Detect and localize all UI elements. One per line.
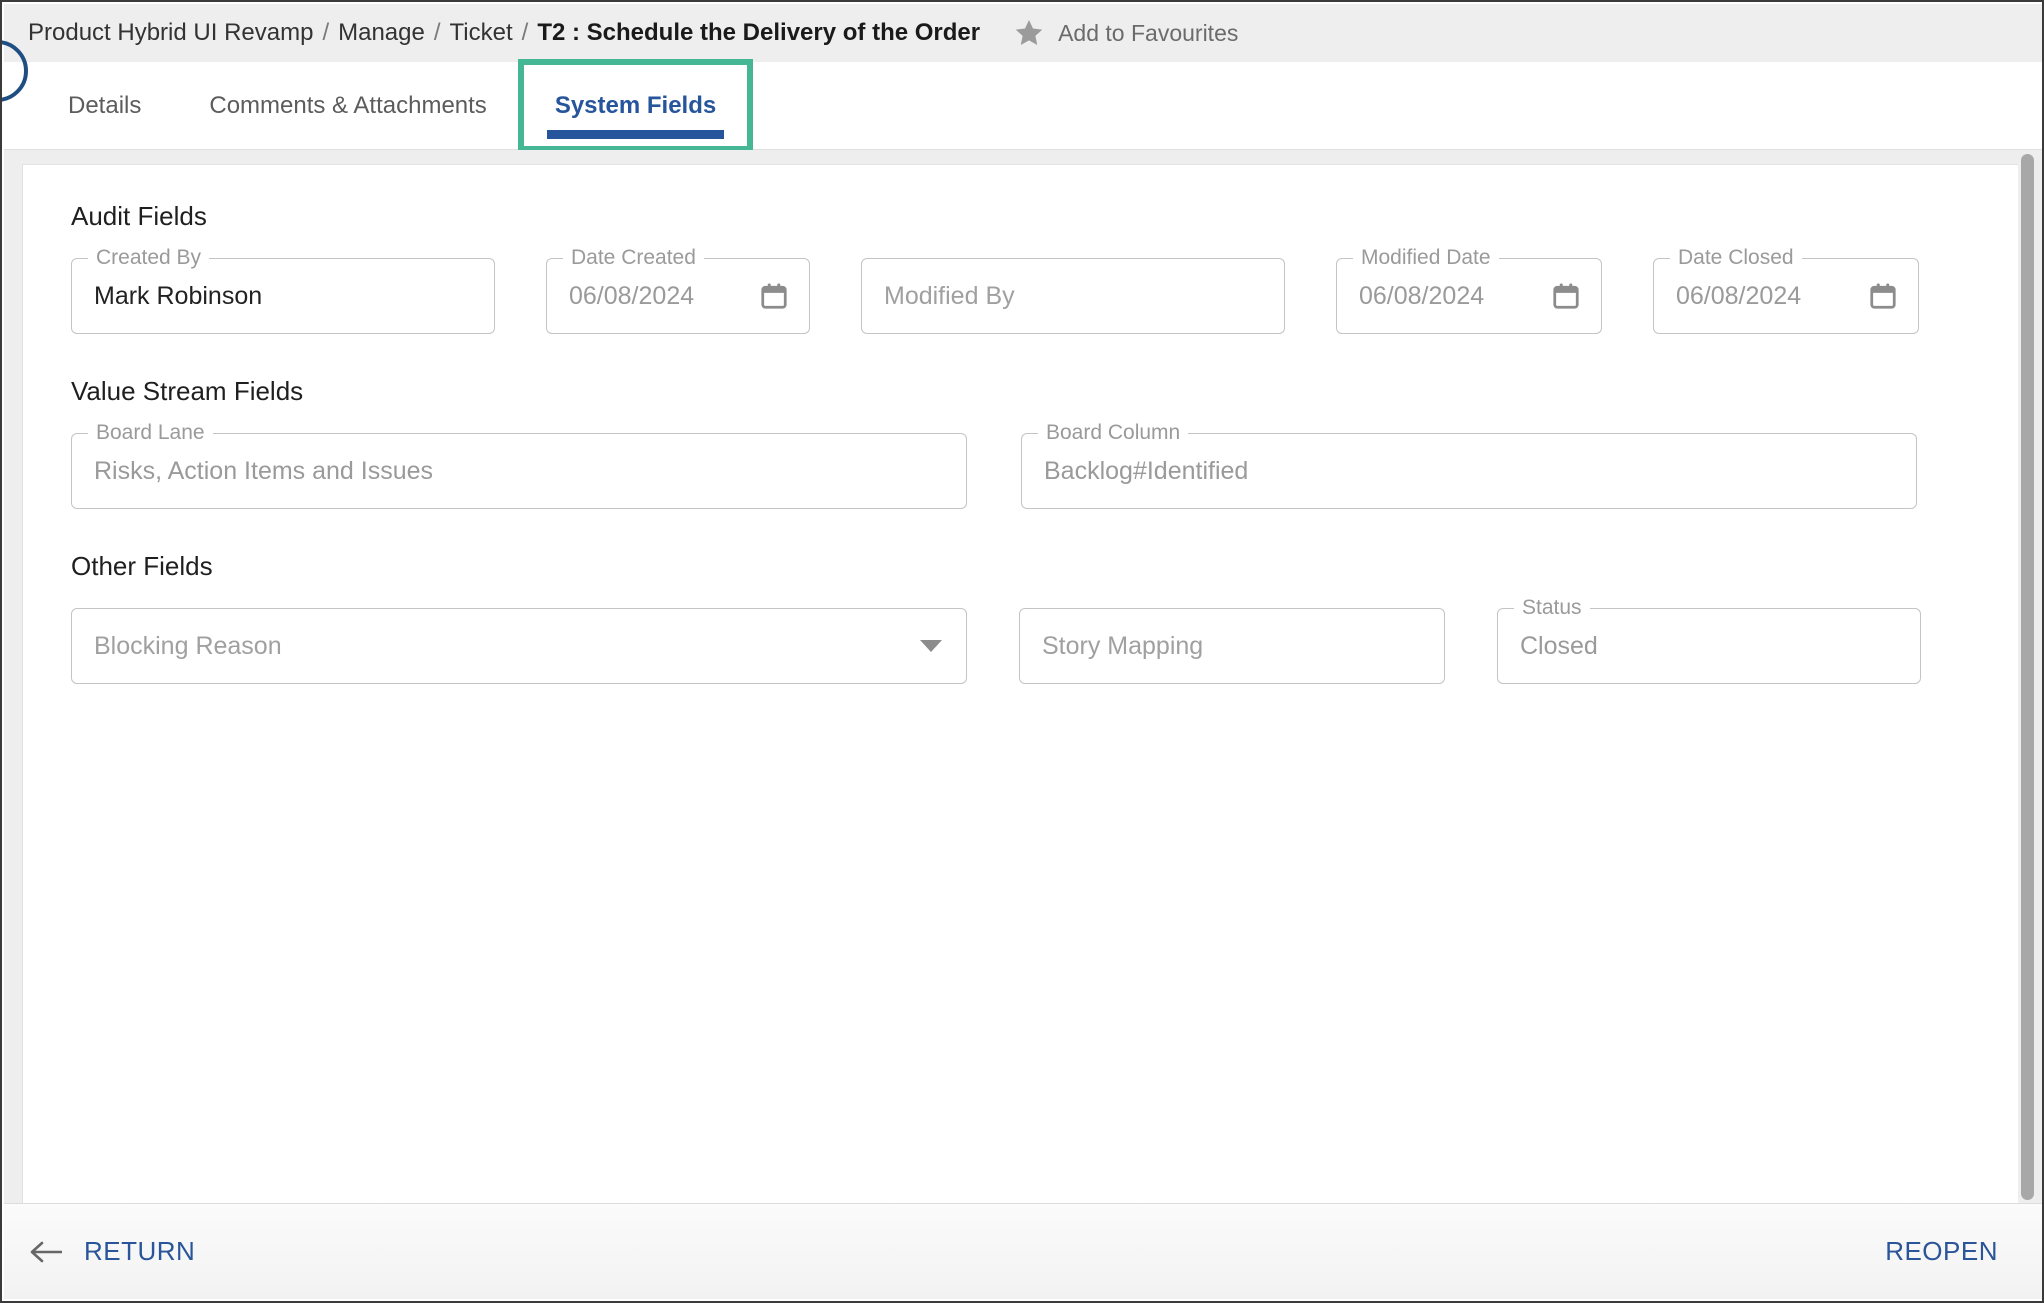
tab-underline — [201, 130, 494, 139]
tab-bar: Details Comments & Attachments System Fi… — [4, 59, 2042, 152]
audit-fields-row: Created By Mark Robinson Date Created 06… — [71, 246, 1971, 334]
chevron-down-icon[interactable] — [920, 640, 942, 652]
tab-comments-attachments-label: Comments & Attachments — [209, 91, 487, 119]
breadcrumb-separator: / — [521, 19, 529, 46]
breadcrumb-bar: Product Hybrid UI Revamp / Manage / Tick… — [4, 4, 2042, 62]
reopen-button-label: REOPEN — [1885, 1236, 1998, 1266]
field-modified-by-placeholder: Modified By — [884, 281, 1015, 310]
other-fields-row: Blocking Reason Story Mapping Status Clo… — [71, 596, 1971, 684]
breadcrumb-item-ticket[interactable]: Ticket — [450, 19, 513, 47]
value-stream-fields-row: Board Lane Risks, Action Items and Issue… — [71, 421, 1971, 509]
section-value-stream-fields: Value Stream Fields Board Lane Risks, Ac… — [71, 376, 1971, 509]
tab-system-fields-label: System Fields — [554, 91, 717, 119]
vertical-scrollbar-thumb[interactable] — [2021, 154, 2034, 1200]
section-title-value-stream-fields: Value Stream Fields — [71, 376, 304, 406]
vertical-scrollbar-track[interactable] — [2018, 152, 2036, 1202]
field-board-column[interactable]: Board Column Backlog#Identified — [1021, 421, 1917, 509]
field-status-value: Closed — [1520, 631, 1598, 660]
field-created-by-label: Created By — [88, 246, 210, 270]
field-created-by-value: Mark Robinson — [94, 281, 263, 310]
tab-details[interactable]: Details — [34, 62, 175, 149]
tab-comments-attachments[interactable]: Comments & Attachments — [175, 62, 520, 149]
return-button-label: RETURN — [84, 1236, 196, 1266]
field-story-mapping[interactable]: Story Mapping — [1019, 608, 1445, 684]
add-to-favourites-button[interactable]: Add to Favourites — [1014, 18, 1238, 48]
bottom-action-bar: RETURN REOPEN — [4, 1203, 2042, 1299]
field-blocking-reason[interactable]: Blocking Reason — [71, 608, 967, 684]
field-board-lane-value: Risks, Action Items and Issues — [94, 456, 434, 485]
field-modified-date-label: Modified Date — [1353, 246, 1499, 270]
field-blocking-reason-placeholder: Blocking Reason — [94, 631, 282, 660]
section-title-audit-fields: Audit Fields — [71, 201, 207, 231]
field-date-closed[interactable]: Date Closed 06/08/2024 — [1653, 246, 1919, 334]
system-fields-panel: Audit Fields Created By Mark Robinson Da… — [22, 164, 2020, 1204]
reopen-button[interactable]: REOPEN — [1879, 1228, 2004, 1275]
arrow-left-icon — [30, 1241, 62, 1262]
tab-underline — [60, 130, 149, 139]
field-modified-date[interactable]: Modified Date 06/08/2024 — [1336, 246, 1602, 334]
add-to-favourites-label: Add to Favourites — [1058, 19, 1239, 46]
field-date-closed-label: Date Closed — [1670, 246, 1802, 270]
breadcrumb-item-manage[interactable]: Manage — [338, 19, 425, 47]
breadcrumb-separator: / — [322, 19, 330, 46]
ticket-system-fields-window: Product Hybrid UI Revamp / Manage / Tick… — [0, 0, 2044, 1303]
calendar-icon[interactable] — [1868, 281, 1898, 311]
calendar-icon[interactable] — [759, 281, 789, 311]
return-button[interactable]: RETURN — [30, 1236, 195, 1267]
section-other-fields: Other Fields Blocking Reason Story Mappi… — [71, 551, 1971, 684]
section-audit-fields: Audit Fields Created By Mark Robinson Da… — [71, 201, 1971, 334]
field-board-lane[interactable]: Board Lane Risks, Action Items and Issue… — [71, 421, 967, 509]
breadcrumb: Product Hybrid UI Revamp / Manage / Tick… — [28, 19, 980, 47]
tab-active-underline — [546, 130, 725, 139]
breadcrumb-separator: / — [433, 19, 441, 46]
field-status-label: Status — [1514, 596, 1590, 620]
tab-system-fields[interactable]: System Fields — [517, 59, 754, 152]
field-date-created-value: 06/08/2024 — [569, 281, 695, 310]
breadcrumb-current-ticket: T2 : Schedule the Delivery of the Order — [537, 19, 981, 46]
field-created-by[interactable]: Created By Mark Robinson — [71, 246, 495, 334]
content-area: Audit Fields Created By Mark Robinson Da… — [4, 150, 2042, 1206]
field-date-closed-value: 06/08/2024 — [1676, 281, 1802, 310]
field-date-created[interactable]: Date Created 06/08/2024 — [546, 246, 810, 334]
field-board-lane-label: Board Lane — [88, 421, 213, 445]
field-status[interactable]: Status Closed — [1497, 596, 1921, 684]
breadcrumb-item-product[interactable]: Product Hybrid UI Revamp — [28, 19, 313, 47]
star-icon — [1015, 20, 1043, 45]
calendar-icon[interactable] — [1551, 281, 1581, 311]
field-date-created-label: Date Created — [563, 246, 704, 270]
field-modified-date-value: 06/08/2024 — [1359, 281, 1485, 310]
field-modified-by[interactable]: Modified By — [861, 258, 1285, 334]
tab-details-label: Details — [68, 91, 142, 119]
field-board-column-label: Board Column — [1038, 421, 1189, 445]
section-title-other-fields: Other Fields — [71, 551, 213, 581]
field-board-column-value: Backlog#Identified — [1044, 456, 1249, 485]
field-story-mapping-placeholder: Story Mapping — [1042, 631, 1204, 660]
